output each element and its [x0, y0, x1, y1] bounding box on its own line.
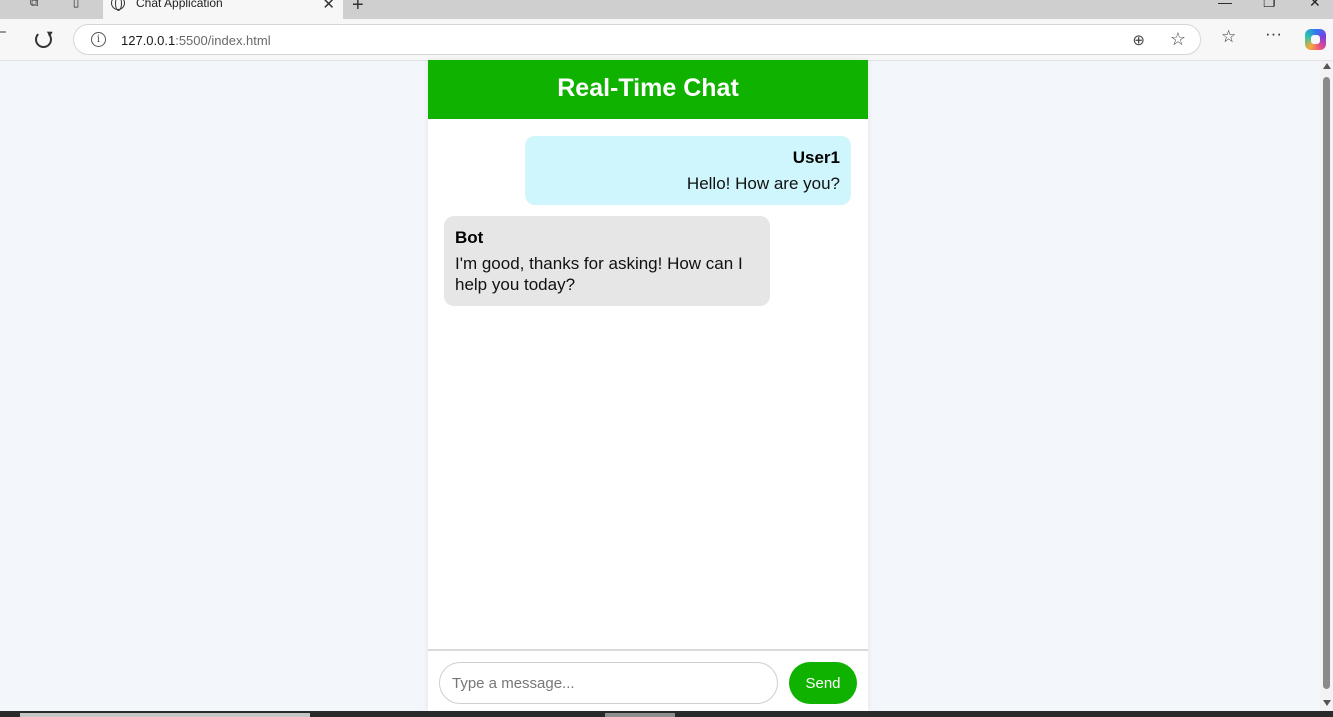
url-text[interactable]: 127.0.0.1:5500/index.html	[121, 33, 271, 48]
message-text: Hello! How are you?	[686, 174, 840, 193]
tab-chat-application[interactable]: Chat Application ✕	[103, 0, 343, 19]
browser-toolbar: i 127.0.0.1:5500/index.html ⊕ ☆ ☆ ···	[0, 19, 1333, 61]
message-bubble-bot: Bot I'm good, thanks for asking! How can…	[444, 216, 770, 306]
favorite-star-icon[interactable]: ☆	[1170, 29, 1186, 50]
reload-icon[interactable]	[35, 31, 52, 48]
favorites-list-icon[interactable]: ☆	[1221, 27, 1236, 47]
globe-icon	[111, 0, 125, 11]
message-bubble-user: User1 Hello! How are you?	[525, 136, 851, 205]
message-sender: User1	[792, 148, 840, 167]
chat-container: Real-Time Chat User1 Hello! How are you?…	[428, 60, 868, 711]
send-button[interactable]: Send	[789, 662, 857, 704]
scroll-down-icon[interactable]	[1323, 700, 1331, 706]
zoom-icon[interactable]: ⊕	[1132, 31, 1145, 49]
message-input[interactable]	[439, 662, 778, 704]
back-icon[interactable]	[0, 31, 6, 33]
window-close-icon[interactable]: ✕	[1309, 0, 1321, 11]
address-bar[interactable]: i 127.0.0.1:5500/index.html ⊕ ☆	[73, 24, 1201, 55]
message-text: I'm good, thanks for asking! How can I h…	[455, 254, 743, 294]
message-sender: Bot	[455, 228, 484, 247]
workspaces-icon[interactable]: ⧉	[26, 0, 42, 10]
message-input-bar: Send	[428, 649, 868, 711]
new-tab-icon[interactable]: +	[352, 0, 364, 17]
vertical-tabs-icon[interactable]: ▯	[68, 0, 84, 10]
message-list: User1 Hello! How are you? Bot I'm good, …	[428, 119, 868, 709]
tab-title: Chat Application	[136, 0, 223, 10]
close-tab-icon[interactable]: ✕	[322, 0, 335, 13]
scrollbar-thumb[interactable]	[1323, 77, 1330, 689]
vertical-scrollbar[interactable]	[1320, 61, 1333, 711]
taskbar-segment	[20, 713, 310, 717]
taskbar-strip	[0, 711, 1333, 717]
more-options-icon[interactable]: ···	[1265, 24, 1282, 44]
taskbar-segment	[605, 713, 675, 717]
restore-icon[interactable]: ❐	[1263, 0, 1276, 11]
tab-strip: ⧉ ▯ Chat Application ✕ + — ❐ ✕	[0, 0, 1333, 19]
site-info-icon[interactable]: i	[91, 32, 106, 47]
minimize-icon[interactable]: —	[1218, 0, 1232, 10]
scroll-up-icon[interactable]	[1323, 63, 1331, 69]
copilot-icon[interactable]	[1305, 29, 1326, 50]
chat-header: Real-Time Chat	[428, 60, 868, 119]
